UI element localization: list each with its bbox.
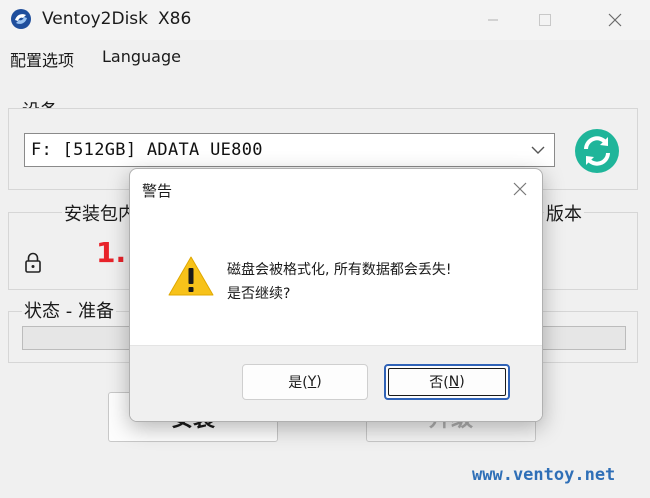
device-select-value: F: [512GB] ADATA UE800 [31, 140, 263, 160]
menu-item-language[interactable]: Language [102, 47, 181, 66]
minimize-button[interactable] [470, 0, 516, 40]
no-button[interactable]: 否(N) [384, 364, 510, 400]
title-bar: Ventoy2Disk X86 [0, 0, 650, 40]
window-title-arch: X86 [158, 9, 192, 29]
main-window: Ventoy2DiskX86 配置选项 Language 设备 F: [512G… [0, 0, 650, 498]
yes-button-tail: ) [316, 374, 322, 390]
lock-icon [25, 252, 41, 273]
warning-dialog: 警告 磁盘会被格式化, 所有数据都会丢失! 是否继续? 是(Y) 否(N) [129, 168, 543, 422]
warning-icon [168, 256, 214, 296]
dialog-message-line2: 是否继续? [227, 286, 291, 302]
menu-bar: 配置选项 Language [0, 42, 650, 74]
dialog-close-icon[interactable] [510, 179, 530, 199]
minimize-icon [488, 19, 498, 21]
refresh-icon[interactable] [574, 128, 620, 174]
website-link[interactable]: www.ventoy.net [472, 465, 615, 485]
maximize-icon [539, 14, 551, 26]
device-version-label: 版本 [544, 200, 584, 226]
maximize-button[interactable] [522, 0, 568, 40]
no-button-tail: ) [459, 374, 465, 390]
device-select[interactable]: F: [512GB] ADATA UE800 [24, 133, 555, 167]
yes-button-text: 是( [288, 375, 308, 391]
no-button-accel: N [448, 374, 460, 390]
no-button-text: 否( [429, 375, 449, 391]
yes-button-accel: Y [307, 374, 317, 390]
ventoy-app-icon [11, 9, 31, 29]
window-title-name: Ventoy2Disk [42, 9, 149, 29]
window-title: Ventoy2Disk X86 [42, 9, 191, 29]
menu-item-options[interactable]: 配置选项 [10, 47, 74, 71]
close-icon [608, 13, 622, 27]
dialog-title: 警告 [142, 182, 173, 200]
dialog-message-line1: 磁盘会被格式化, 所有数据都会丢失! [227, 262, 452, 278]
dialog-footer: 是(Y) 否(N) [130, 345, 542, 421]
status-label: 状态 - 准备 [22, 297, 116, 323]
chevron-down-icon [531, 146, 545, 154]
package-version-label: 安装包内 [62, 200, 138, 226]
package-version-value: 1. [96, 236, 127, 269]
close-button[interactable] [592, 0, 638, 40]
yes-button[interactable]: 是(Y) [242, 364, 368, 400]
